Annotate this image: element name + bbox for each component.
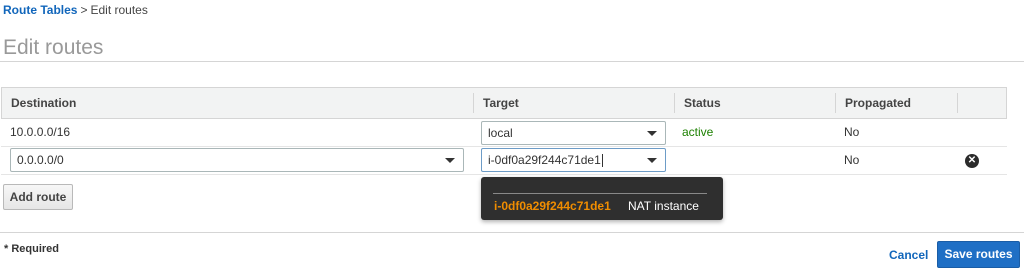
- propagated-value: No: [844, 125, 860, 139]
- column-divider: [957, 93, 958, 113]
- column-divider: [835, 93, 836, 113]
- column-header-propagated: Propagated: [845, 96, 912, 110]
- dropdown-option-description[interactable]: NAT instance: [628, 199, 699, 213]
- chevron-down-icon: [647, 158, 657, 163]
- target-select-value: local: [488, 126, 513, 140]
- breadcrumb-route-tables-link[interactable]: Route Tables: [3, 3, 77, 17]
- dropdown-option-id[interactable]: i-0df0a29f244c71de1: [494, 199, 611, 213]
- footer-divider: [0, 232, 1024, 233]
- chevron-down-icon: [647, 131, 657, 136]
- add-route-button[interactable]: Add route: [3, 184, 73, 210]
- destination-value: 10.0.0.0/16: [10, 125, 71, 139]
- breadcrumb-separator: >: [80, 3, 88, 17]
- column-divider: [674, 93, 675, 113]
- column-divider: [473, 93, 474, 113]
- table-row: 10.0.0.0/16 local active No: [1, 119, 1007, 147]
- table-header: Destination Target Status Propagated: [1, 87, 1007, 119]
- breadcrumb: Route Tables > Edit routes: [3, 3, 148, 17]
- breadcrumb-current: Edit routes: [90, 3, 148, 17]
- column-header-target: Target: [483, 96, 519, 110]
- close-circle-icon[interactable]: ✕: [965, 154, 979, 168]
- status-badge: active: [682, 125, 714, 139]
- routes-table: Destination Target Status Propagated 10.…: [1, 87, 1007, 175]
- target-input-value: i-0df0a29f244c71de1: [488, 153, 601, 167]
- chevron-down-icon: [445, 158, 455, 163]
- target-autocomplete-dropdown: i-0df0a29f244c71de1 NAT instance: [481, 177, 723, 220]
- column-header-destination: Destination: [11, 96, 77, 110]
- target-input[interactable]: i-0df0a29f244c71de1: [481, 148, 666, 172]
- dropdown-divider: [493, 193, 707, 194]
- column-header-status: Status: [684, 96, 721, 110]
- save-routes-button[interactable]: Save routes: [937, 241, 1020, 268]
- cancel-button[interactable]: Cancel: [889, 248, 928, 262]
- required-note: * Required: [4, 243, 60, 255]
- destination-select-value: 0.0.0.0/0: [17, 153, 64, 167]
- table-row: 0.0.0.0/0 i-0df0a29f244c71de1 No ✕: [1, 147, 1007, 175]
- propagated-value: No: [844, 153, 860, 167]
- title-divider: [0, 61, 1024, 62]
- target-select[interactable]: local: [481, 121, 666, 145]
- text-cursor: [601, 154, 603, 168]
- destination-select[interactable]: 0.0.0.0/0: [10, 148, 464, 172]
- page-title: Edit routes: [3, 36, 104, 59]
